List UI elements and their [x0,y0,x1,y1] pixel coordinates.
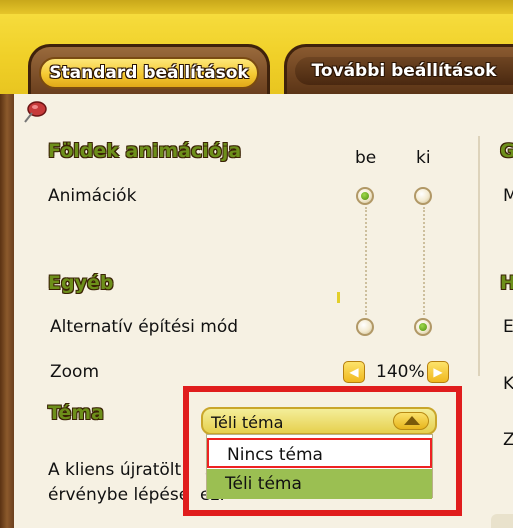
alt-build-radio-on[interactable] [356,318,374,336]
section-title-theme: Téma [48,402,104,424]
theme-info-line-1: A kliens újratölt [48,460,182,480]
chevron-right-icon: ▶ [433,365,443,379]
zoom-increase-button[interactable]: ▶ [427,361,449,383]
column-header-off: ki [416,148,431,168]
theme-info-line-2: érvénybe lépésé [48,485,190,505]
tab-more-settings-label: További beállítások [295,57,513,85]
theme-info-text: A kliens újratölt érvénybe lépésé [48,458,189,508]
right-section-title-2: H [500,272,513,294]
tab-more-settings[interactable]: További beállítások [284,44,513,94]
alt-build-radio-off[interactable] [414,318,432,336]
highlight-box [183,386,462,516]
right-label-1: M [503,186,513,206]
zoom-value: 140% [376,362,425,382]
section-title-other: Egyéb [48,272,114,294]
animations-label: Animációk [48,186,137,206]
right-label-3: K [503,374,513,394]
right-label-2: E [503,317,513,337]
column-divider [478,136,480,376]
column-header-on: be [355,148,377,168]
chevron-left-icon: ◀ [349,365,359,379]
right-section-title-1: G [500,140,513,162]
tab-standard-settings[interactable]: Standard beállítások [28,44,270,94]
dotted-guide-off [423,207,425,315]
right-panel-edge [491,514,513,528]
alt-build-label: Alternatív építési mód [50,317,239,337]
right-label-4: Z [503,430,513,450]
top-frame-stripe [0,0,513,14]
animations-radio-off[interactable] [414,187,432,205]
zoom-decrease-button[interactable]: ◀ [343,361,365,383]
pushpin-icon [24,101,47,123]
zoom-label: Zoom [50,362,100,382]
tab-standard-settings-label: Standard beállítások [39,57,259,89]
animations-radio-on[interactable] [356,187,374,205]
scroll-marker [337,292,340,303]
dotted-guide-on [365,207,367,315]
section-title-animation: Földek animációja [48,140,242,162]
wood-frame-left [0,94,14,528]
